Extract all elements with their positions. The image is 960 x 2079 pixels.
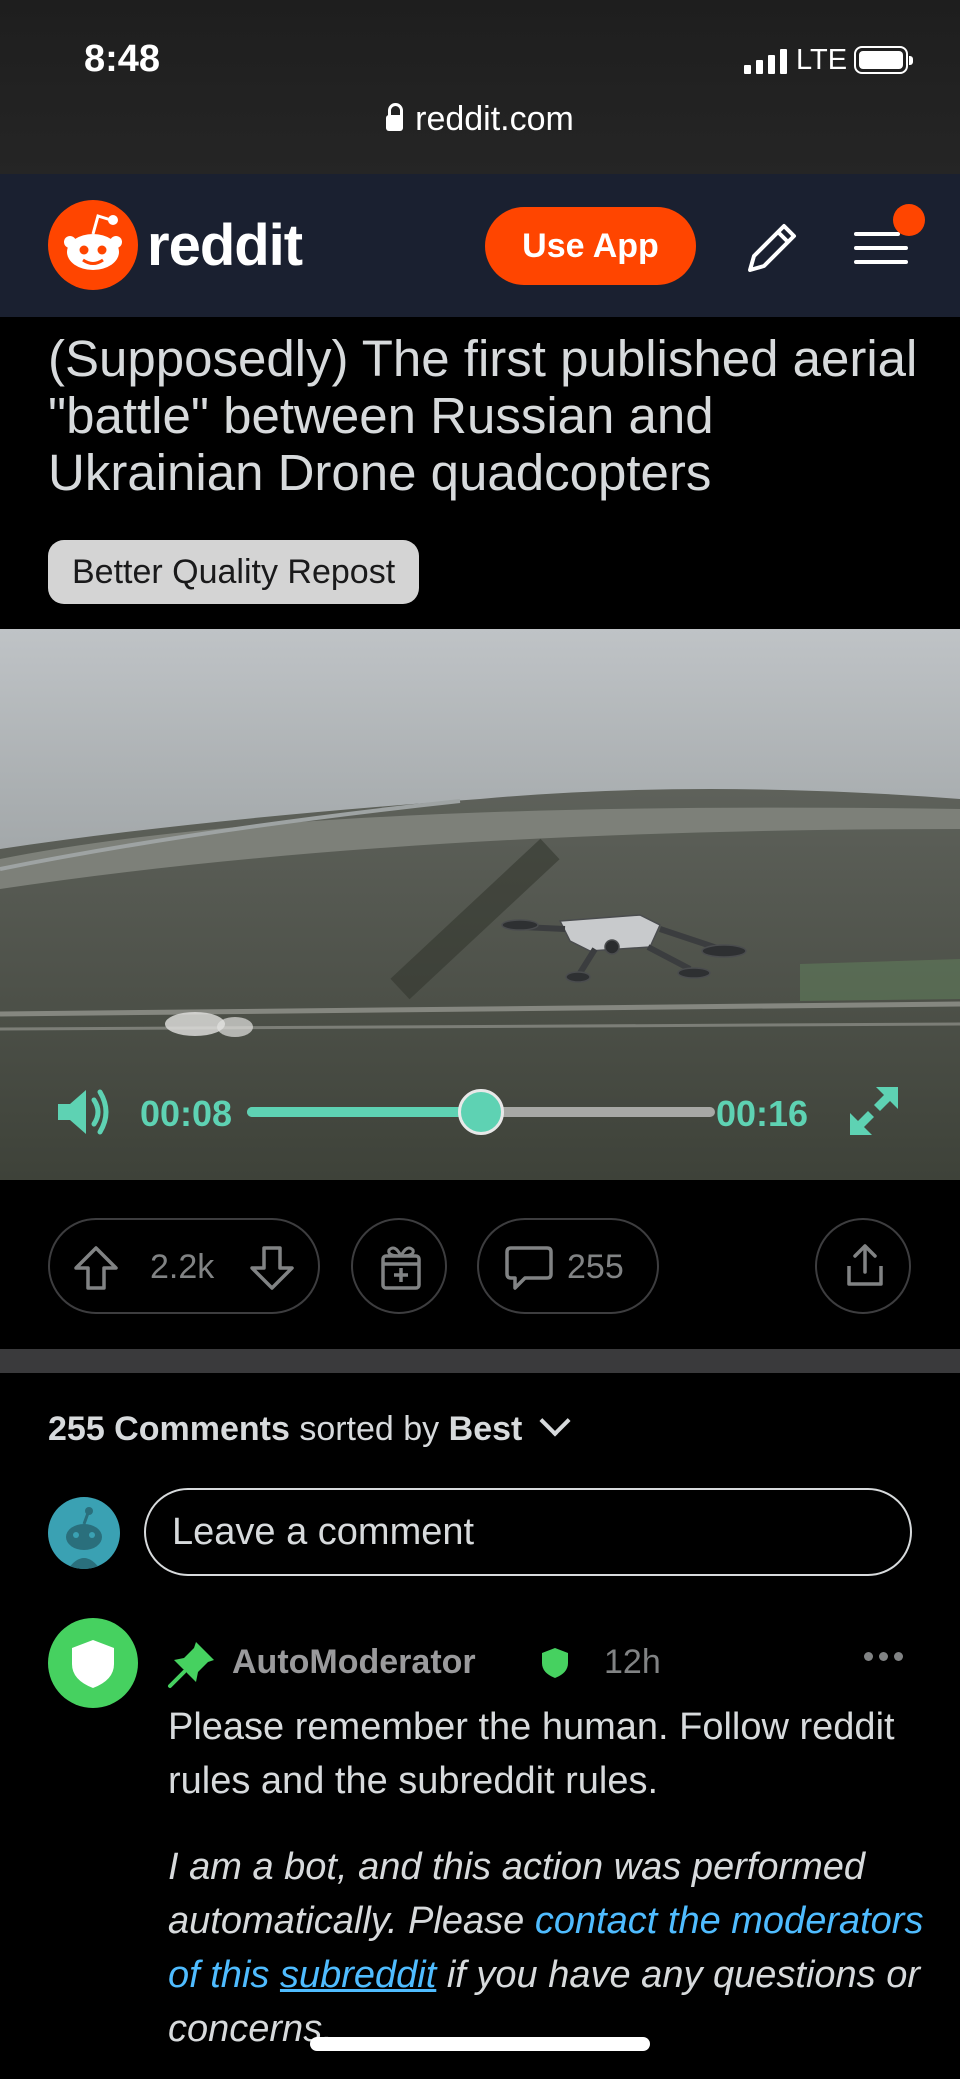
- reddit-snoo-icon[interactable]: [48, 200, 138, 290]
- comments-count-label: 255 Comments: [48, 1410, 290, 1448]
- use-app-button[interactable]: Use App: [485, 207, 696, 285]
- status-bar: 8:48 LTE reddit.com: [0, 0, 960, 174]
- share-button[interactable]: [815, 1218, 911, 1314]
- notification-dot: [893, 204, 925, 236]
- site-header: reddit Use App: [0, 174, 960, 317]
- video-progress-fill: [247, 1107, 481, 1117]
- user-avatar[interactable]: [48, 1497, 120, 1569]
- post-title: (Supposedly) The first published aerial …: [48, 330, 918, 501]
- sorted-by-label: sorted by: [299, 1410, 440, 1448]
- video-current-time: 00:08: [140, 1093, 233, 1134]
- url-bar[interactable]: reddit.com: [0, 100, 960, 139]
- pencil-icon[interactable]: [740, 214, 806, 280]
- share-icon: [847, 1244, 883, 1286]
- sort-value[interactable]: Best: [449, 1410, 523, 1448]
- comment-body: Please remember the human. Follow reddit…: [168, 1706, 895, 1802]
- pin-icon: [168, 1642, 214, 1688]
- home-indicator[interactable]: [310, 2037, 650, 2051]
- lock-icon: [386, 103, 404, 131]
- comments-sort-bar[interactable]: 255 Comments sorted by Best: [48, 1405, 571, 1449]
- automoderator-avatar[interactable]: [48, 1618, 138, 1708]
- network-label: LTE: [796, 44, 848, 76]
- subreddit-link[interactable]: subreddit: [280, 1954, 436, 1996]
- vote-count: 2.2k: [150, 1248, 215, 1286]
- downvote-icon[interactable]: [248, 1244, 296, 1292]
- reddit-wordmark[interactable]: reddit: [147, 212, 303, 279]
- comments-count: 255: [567, 1248, 624, 1286]
- url-text: reddit.com: [415, 100, 574, 138]
- status-time: 8:48: [84, 38, 161, 80]
- signal-icon: [744, 48, 787, 74]
- comment-age: 12h: [604, 1643, 661, 1681]
- comment-author[interactable]: AutoModerator: [232, 1643, 476, 1682]
- chevron-down-icon[interactable]: [539, 1405, 571, 1437]
- video-scrubber-thumb[interactable]: [458, 1089, 504, 1135]
- upvote-icon[interactable]: [72, 1244, 120, 1292]
- award-button[interactable]: [351, 1218, 447, 1314]
- comments-button[interactable]: 255: [477, 1218, 659, 1314]
- post-flair[interactable]: Better Quality Repost: [48, 540, 420, 604]
- section-divider: [0, 1349, 960, 1373]
- video-duration: 00:16: [716, 1093, 809, 1134]
- vote-control: 2.2k: [48, 1218, 320, 1314]
- more-options-icon[interactable]: [864, 1652, 903, 1661]
- battery-icon: [854, 46, 913, 74]
- comment-icon: [505, 1246, 553, 1290]
- gift-icon: [381, 1246, 421, 1290]
- comment-bot-note: I am a bot, and this action was performe…: [168, 1840, 928, 2056]
- volume-icon[interactable]: [54, 1084, 112, 1140]
- fullscreen-icon[interactable]: [846, 1083, 902, 1139]
- moderator-shield-icon: [542, 1648, 568, 1678]
- comment-input[interactable]: [144, 1488, 912, 1576]
